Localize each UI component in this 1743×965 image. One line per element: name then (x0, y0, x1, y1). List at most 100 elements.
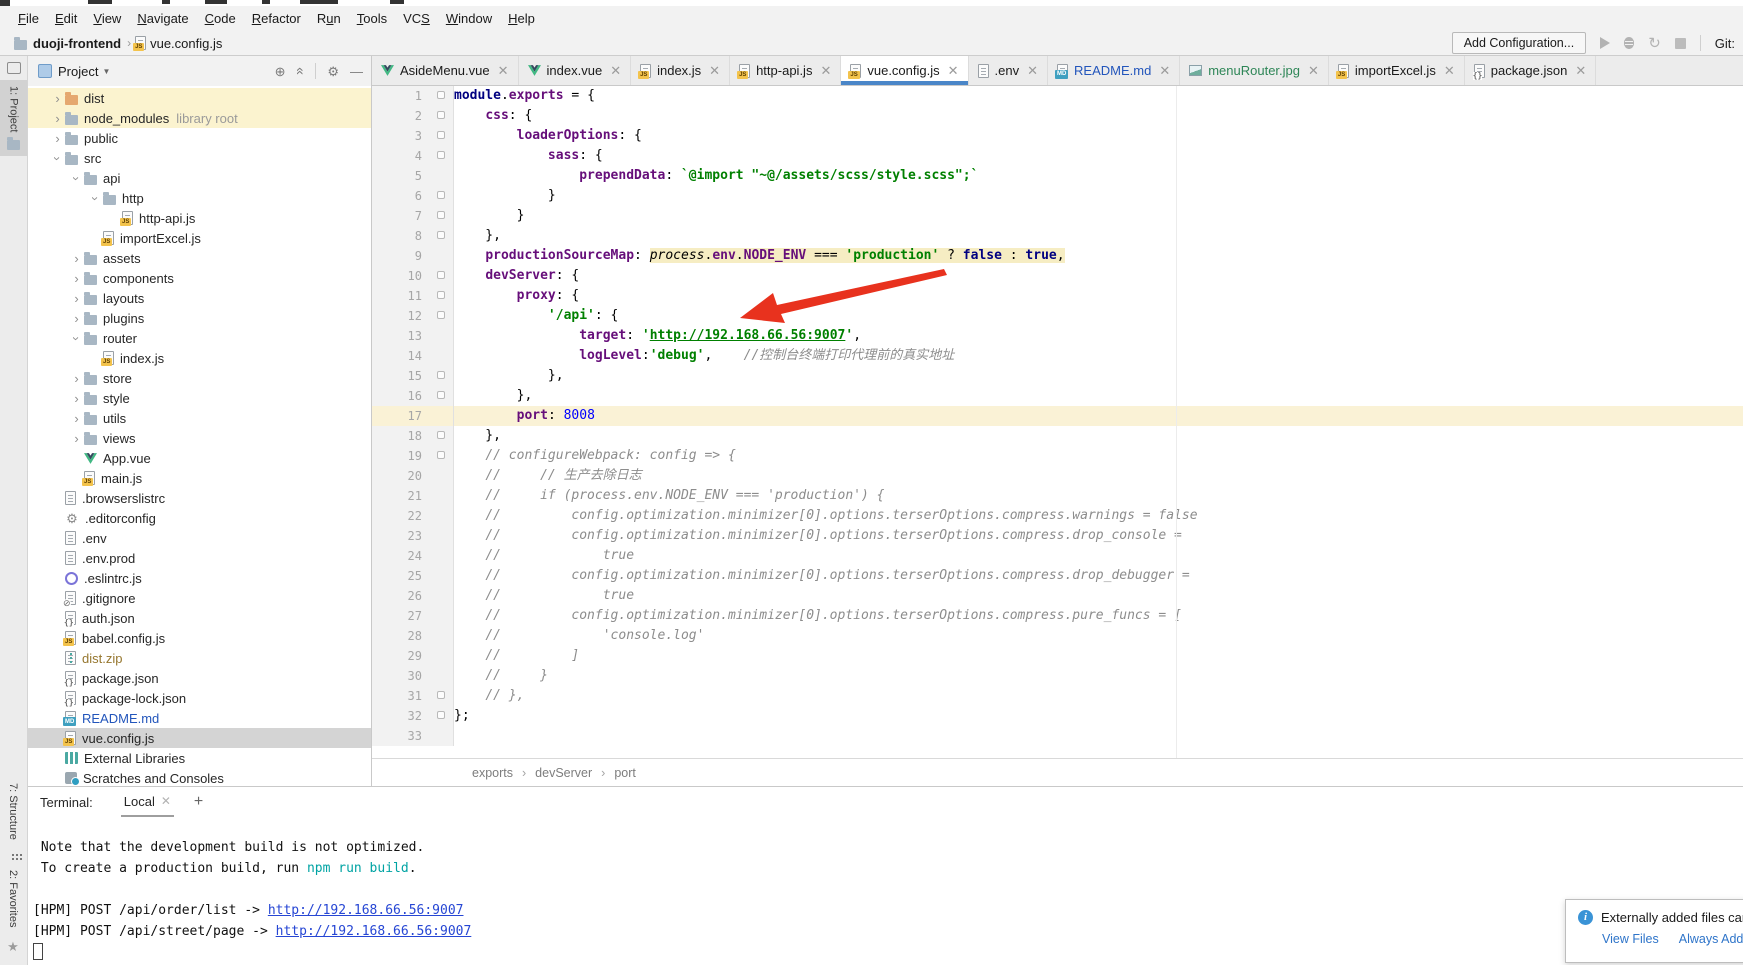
hide-panel-icon[interactable]: — (350, 65, 363, 78)
tree-row-utils[interactable]: ›utils (28, 408, 371, 428)
tree-row-readme-md[interactable]: README.md (28, 708, 371, 728)
close-icon[interactable]: ✕ (498, 63, 509, 79)
view-files-link[interactable]: View Files (1602, 932, 1659, 946)
fold-marker-end[interactable] (437, 371, 445, 379)
chevron-right-icon[interactable]: › (69, 412, 84, 425)
fold-marker-start[interactable] (437, 271, 445, 279)
tab-index-js[interactable]: index.js✕ (631, 56, 730, 85)
fold-marker-start[interactable] (437, 311, 445, 319)
tree-row-vue-config-js[interactable]: vue.config.js (28, 728, 371, 748)
tree-row-editorconfig[interactable]: ⚙.editorconfig (28, 508, 371, 528)
fold-marker-end[interactable] (437, 231, 445, 239)
tab-asidemenu-vue[interactable]: AsideMenu.vue✕ (372, 56, 519, 85)
tree-row-index-js[interactable]: index.js (28, 348, 371, 368)
gear-icon[interactable]: ⚙ (327, 65, 339, 78)
menu-edit[interactable]: Edit (47, 8, 85, 29)
menu-tools[interactable]: Tools (349, 8, 395, 29)
tab-menurouter-jpg[interactable]: menuRouter.jpg✕ (1180, 56, 1329, 85)
git-branch-label[interactable]: Git: (1715, 36, 1735, 51)
tree-row-components[interactable]: ›components (28, 268, 371, 288)
favorites-star-icon[interactable]: ★ (0, 939, 26, 955)
tree-row-env[interactable]: .env (28, 528, 371, 548)
tree-row-package-lock-json[interactable]: package-lock.json (28, 688, 371, 708)
close-icon[interactable]: ✕ (1159, 63, 1170, 79)
menu-help[interactable]: Help (500, 8, 543, 29)
tab-package-json[interactable]: package.json✕ (1465, 56, 1597, 85)
chevron-down-icon[interactable]: ▼ (102, 67, 110, 76)
stripe-button-2-favorites[interactable]: 2: Favorites (0, 864, 26, 933)
chevron-right-icon[interactable]: › (69, 312, 84, 325)
tree-row-api[interactable]: ›api (28, 168, 371, 188)
breadcrumb-file[interactable]: vue.config.js (150, 36, 222, 51)
tree-row-scratches-and-consoles[interactable]: Scratches and Consoles (28, 768, 371, 786)
tree-row-assets[interactable]: ›assets (28, 248, 371, 268)
chevron-right-icon[interactable]: › (50, 112, 65, 125)
fold-marker-end[interactable] (437, 191, 445, 199)
chevron-down-icon[interactable]: › (51, 151, 64, 166)
chevron-right-icon[interactable]: › (69, 372, 84, 385)
fold-marker-start[interactable] (437, 151, 445, 159)
close-icon[interactable]: ✕ (709, 63, 720, 79)
tree-row-views[interactable]: ›views (28, 428, 371, 448)
close-icon[interactable]: ✕ (1308, 63, 1319, 79)
tree-row-layouts[interactable]: ›layouts (28, 288, 371, 308)
menu-window[interactable]: Window (438, 8, 500, 29)
close-icon[interactable]: ✕ (1444, 63, 1455, 79)
stop-icon[interactable] (1675, 38, 1686, 49)
chevron-right-icon[interactable]: › (50, 132, 65, 145)
tree-row-http-api-js[interactable]: http-api.js (28, 208, 371, 228)
tree-row-app-vue[interactable]: App.vue (28, 448, 371, 468)
fold-marker-start[interactable] (437, 291, 445, 299)
tree-row-router[interactable]: ›router (28, 328, 371, 348)
breadcrumb-project[interactable]: duoji-frontend (33, 36, 121, 51)
new-terminal-session-icon[interactable]: + (194, 793, 203, 811)
fold-marker-start[interactable] (437, 111, 445, 119)
tree-row-browserslistrc[interactable]: .browserslistrc (28, 488, 371, 508)
tab-env[interactable]: .env✕ (969, 56, 1048, 85)
run-icon[interactable] (1600, 37, 1610, 49)
menu-view[interactable]: View (85, 8, 129, 29)
chevron-right-icon[interactable]: › (69, 392, 84, 405)
always-add-link[interactable]: Always Add (1679, 932, 1743, 946)
editor-breadcrumb-exports[interactable]: exports (472, 766, 513, 780)
tab-http-api-js[interactable]: http-api.js✕ (730, 56, 841, 85)
chevron-right-icon[interactable]: › (50, 92, 65, 105)
structure-grid-icon[interactable] (12, 854, 14, 856)
close-icon[interactable]: ✕ (161, 794, 171, 808)
tree-row-plugins[interactable]: ›plugins (28, 308, 371, 328)
tree-row-babel-config-js[interactable]: babel.config.js (28, 628, 371, 648)
add-configuration-button[interactable]: Add Configuration... (1452, 32, 1587, 54)
tree-row-dist[interactable]: ›dist (28, 88, 371, 108)
debug-icon[interactable] (1624, 37, 1634, 49)
menu-file[interactable]: File (10, 8, 47, 29)
tree-row-style[interactable]: ›style (28, 388, 371, 408)
close-icon[interactable]: ✕ (610, 63, 621, 79)
menu-navigate[interactable]: Navigate (129, 8, 196, 29)
close-icon[interactable]: ✕ (1027, 63, 1038, 79)
collapse-all-icon[interactable]: « (293, 67, 307, 75)
chevron-right-icon[interactable]: › (69, 252, 84, 265)
project-panel-title[interactable]: Project (58, 64, 98, 79)
chevron-right-icon[interactable]: › (69, 432, 84, 445)
menu-refactor[interactable]: Refactor (244, 8, 309, 29)
terminal-link[interactable]: http://192.168.66.56:9007 (276, 924, 472, 939)
locate-file-icon[interactable]: ⊕ (275, 65, 286, 78)
close-icon[interactable]: ✕ (820, 63, 831, 79)
tab-vue-config-js[interactable]: vue.config.js✕ (841, 56, 968, 85)
tool-windows-icon[interactable] (7, 62, 21, 74)
tree-row-store[interactable]: ›store (28, 368, 371, 388)
tree-row-dist-zip[interactable]: dist.zip (28, 648, 371, 668)
tab-importexcel-js[interactable]: importExcel.js✕ (1329, 56, 1465, 85)
tree-row-main-js[interactable]: main.js (28, 468, 371, 488)
fold-marker-start[interactable] (437, 451, 445, 459)
chevron-down-icon[interactable]: › (70, 171, 83, 186)
tree-row-node-modules[interactable]: ›node_moduleslibrary root (28, 108, 371, 128)
chevron-right-icon[interactable]: › (69, 272, 84, 285)
chevron-right-icon[interactable]: › (69, 292, 84, 305)
tree-row-external-libraries[interactable]: External Libraries (28, 748, 371, 768)
tree-row-eslintrc-js[interactable]: .eslintrc.js (28, 568, 371, 588)
tab-index-vue[interactable]: index.vue✕ (519, 56, 632, 85)
tab-readme-md[interactable]: README.md✕ (1048, 56, 1180, 85)
fold-marker-end[interactable] (437, 391, 445, 399)
terminal-cursor[interactable] (33, 943, 43, 960)
